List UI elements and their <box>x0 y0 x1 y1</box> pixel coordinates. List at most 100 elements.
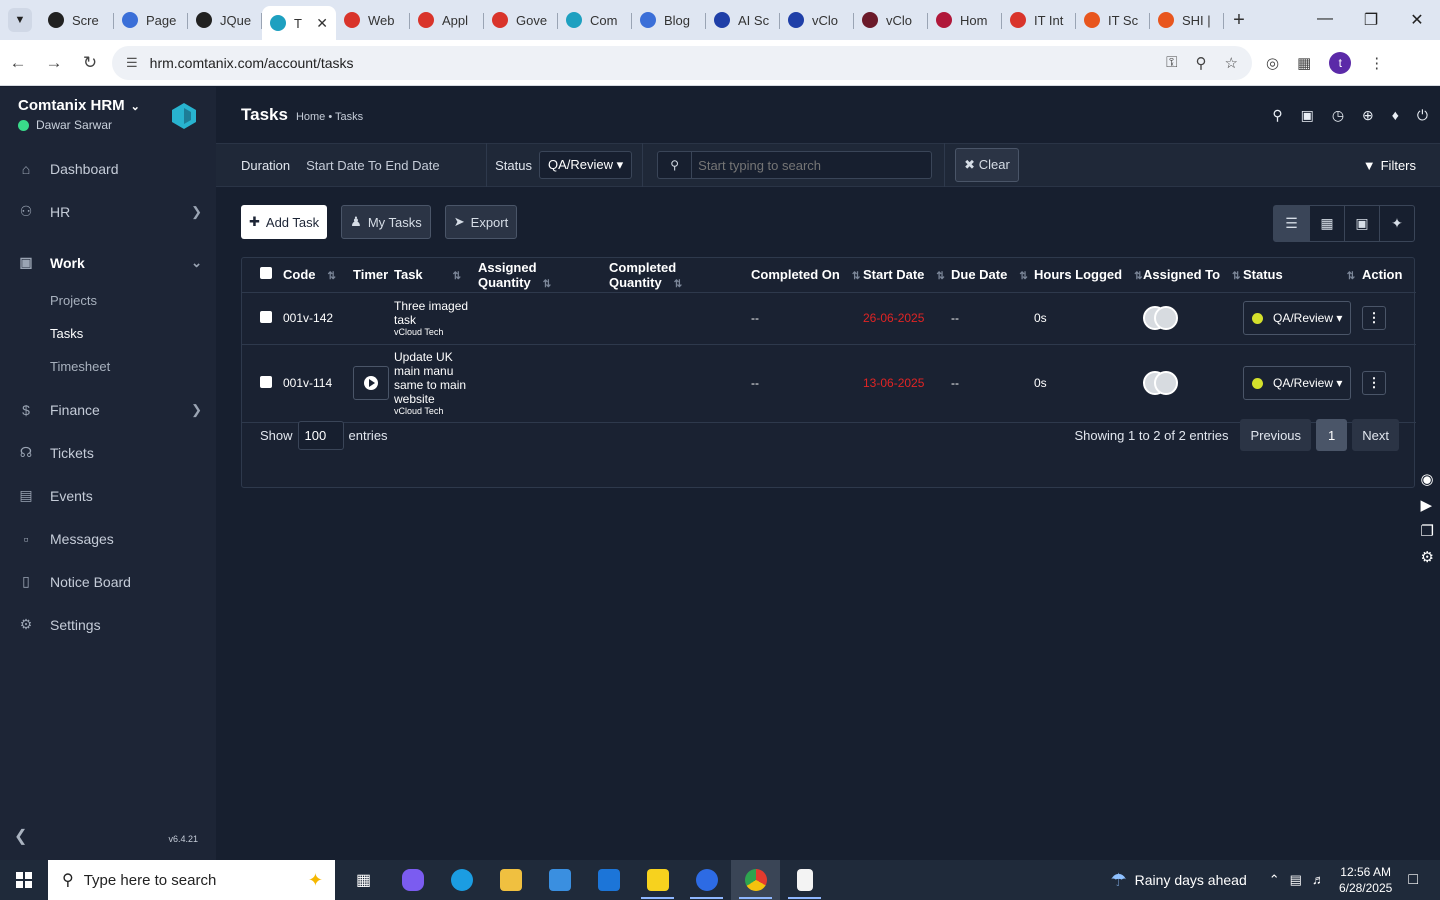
zoom-icon[interactable]: ⚲ <box>1196 54 1207 72</box>
sidebar-item-notice-board[interactable]: ▯ Notice Board <box>0 560 216 603</box>
sidebar-item-messages[interactable]: ▫ Messages <box>0 517 216 560</box>
avatar[interactable] <box>1154 371 1178 395</box>
avatar[interactable] <box>1154 306 1178 330</box>
previous-page-button[interactable]: Previous <box>1240 419 1312 451</box>
edge-icon[interactable] <box>437 860 486 900</box>
sidebar-item-settings[interactable]: ⚙ Settings <box>0 603 216 646</box>
task-view-icon[interactable]: ▦ <box>339 860 388 900</box>
row-status-dropdown[interactable]: QA/Review ▾ <box>1243 366 1352 400</box>
filters-button[interactable]: ▼ Filters <box>1353 143 1440 187</box>
my-tasks-button[interactable]: ♟ My Tasks <box>341 205 431 239</box>
power-icon[interactable]: ⏻ <box>1417 107 1428 124</box>
column-header[interactable]: Assigned Quantity ⇅ <box>478 258 609 293</box>
browser-tab[interactable]: vClo <box>780 4 854 36</box>
browser-tab[interactable]: Page <box>114 4 188 36</box>
copilot-icon[interactable] <box>388 860 437 900</box>
sidebar-subitem-projects[interactable]: Projects <box>0 284 216 317</box>
column-header[interactable]: Assigned To ⇅ <box>1143 258 1243 293</box>
forward-button[interactable]: → <box>36 53 72 73</box>
collapse-sidebar-icon[interactable]: ❮ <box>14 826 27 846</box>
close-window-button[interactable]: ✕ <box>1394 10 1440 30</box>
mail-icon[interactable] <box>584 860 633 900</box>
sidebar-item-events[interactable]: ▤ Events <box>0 474 216 517</box>
assignee-avatars[interactable] <box>1143 306 1183 330</box>
volume-icon[interactable]: ♬ <box>1312 872 1325 888</box>
file-explorer-icon[interactable] <box>486 860 535 900</box>
site-info-icon[interactable]: ☰ <box>126 55 138 71</box>
row-actions-menu-icon[interactable]: ⋮ <box>1362 371 1386 395</box>
browser-menu-icon[interactable]: ⋮ <box>1369 54 1384 72</box>
notification-icon[interactable]: □ <box>1408 871 1418 889</box>
sidebar-item-work[interactable]: ▣ Work ⌄ <box>0 241 216 284</box>
start-button[interactable] <box>0 860 48 900</box>
sidebar-subitem-tasks[interactable]: Tasks <box>0 317 216 350</box>
column-header[interactable]: Task ⇅ <box>394 258 478 293</box>
windows-icon[interactable]: ❐ <box>1421 522 1434 540</box>
sticky-notes-icon[interactable] <box>633 860 682 900</box>
clock-icon[interactable]: ◷ <box>1332 107 1344 124</box>
new-tab-button[interactable]: + <box>1224 9 1254 32</box>
browser-tab[interactable]: Web <box>336 4 410 36</box>
translate-icon[interactable]: ◎ <box>1266 54 1279 72</box>
calendar-view-icon[interactable]: ▣ <box>1344 206 1379 241</box>
password-key-icon[interactable]: ⚿ <box>1166 54 1177 72</box>
sidebar-item-finance[interactable]: $ Finance ❯ <box>0 388 216 431</box>
column-header[interactable]: Hours Logged ⇅ <box>1034 258 1143 293</box>
browser-tab[interactable]: T ✕ <box>262 6 336 40</box>
minimize-button[interactable]: — <box>1302 10 1348 30</box>
start-timer-button[interactable] <box>353 366 389 400</box>
notepad-icon[interactable] <box>780 860 829 900</box>
bell-icon[interactable]: ♦ <box>1392 107 1399 124</box>
extensions-icon[interactable]: ▦ <box>1297 54 1311 72</box>
sticky-note-icon[interactable]: ▣ <box>1301 107 1314 124</box>
task-code[interactable]: 001v-142 <box>283 292 353 345</box>
browser-tab[interactable]: JQue <box>188 4 262 36</box>
select-all-checkbox[interactable] <box>260 267 272 280</box>
entries-per-page-select[interactable]: 100 <box>297 420 344 450</box>
column-header[interactable]: Start Date ⇅ <box>863 258 951 293</box>
task-name[interactable]: Three imaged task <box>394 299 470 327</box>
search-icon[interactable]: ⚲ <box>1272 107 1282 124</box>
browser-tab[interactable]: IT Int <box>1002 4 1076 36</box>
address-bar[interactable]: ☰ hrm.comtanix.com/account/tasks ⚿ ⚲ ☆ <box>112 45 1252 80</box>
next-page-button[interactable]: Next <box>1352 419 1399 451</box>
taskbar-search[interactable]: ⚲ Type here to search ✦ <box>48 860 335 900</box>
sidebar-item-dashboard[interactable]: ⌂ Dashboard <box>0 147 216 190</box>
row-status-dropdown[interactable]: QA/Review ▾ <box>1243 301 1352 335</box>
column-header[interactable]: Completed On ⇅ <box>751 258 863 293</box>
browser-tab[interactable]: Com <box>558 4 632 36</box>
duration-picker[interactable]: Start Date To End Date <box>306 158 486 173</box>
browser-tab[interactable]: IT Sc <box>1076 4 1150 36</box>
chevron-up-icon[interactable]: ⌃ <box>1269 872 1280 888</box>
pin-icon[interactable]: ✦ <box>1379 206 1414 241</box>
column-header[interactable]: Completed Quantity ⇅ <box>609 258 751 293</box>
column-header[interactable]: Code ⇅ <box>283 258 353 293</box>
export-button[interactable]: ➤ Export <box>444 205 518 239</box>
restore-button[interactable]: ❐ <box>1348 10 1394 30</box>
company-switcher[interactable]: Comtanix HRM ⌄ <box>18 97 140 114</box>
zoom-icon[interactable] <box>682 860 731 900</box>
tab-search-button[interactable]: ▼ <box>8 8 32 32</box>
row-checkbox[interactable] <box>260 310 272 323</box>
browser-tab[interactable]: SHI | <box>1150 4 1224 36</box>
gear-icon[interactable]: ⚙ <box>1421 548 1434 566</box>
store-icon[interactable] <box>535 860 584 900</box>
camera-icon[interactable]: ◉ <box>1421 470 1434 488</box>
task-name[interactable]: Update UK main manu same to main website <box>394 350 470 406</box>
add-circle-icon[interactable]: ⊕ <box>1362 107 1374 124</box>
row-actions-menu-icon[interactable]: ⋮ <box>1362 306 1386 330</box>
browser-tab[interactable]: Gove <box>484 4 558 36</box>
page-1-button[interactable]: 1 <box>1316 419 1348 451</box>
clear-filters-button[interactable]: ✖ Clear <box>955 148 1019 182</box>
browser-tab[interactable]: Blog <box>632 4 706 36</box>
browser-tab[interactable]: Hom <box>928 4 1002 36</box>
sidebar-item-hr[interactable]: ⚇ HR ❯ <box>0 190 216 233</box>
board-view-icon[interactable]: ▦ <box>1309 206 1344 241</box>
bookmark-star-icon[interactable]: ☆ <box>1225 54 1238 72</box>
weather-widget[interactable]: ☂ Rainy days ahead <box>1111 870 1247 891</box>
chrome-icon[interactable] <box>731 860 780 900</box>
browser-tab[interactable]: AI Sc <box>706 4 780 36</box>
status-filter-dropdown[interactable]: QA/Review ▾ <box>539 151 633 179</box>
back-button[interactable]: ← <box>0 53 36 73</box>
reload-button[interactable]: ↻ <box>72 53 108 73</box>
